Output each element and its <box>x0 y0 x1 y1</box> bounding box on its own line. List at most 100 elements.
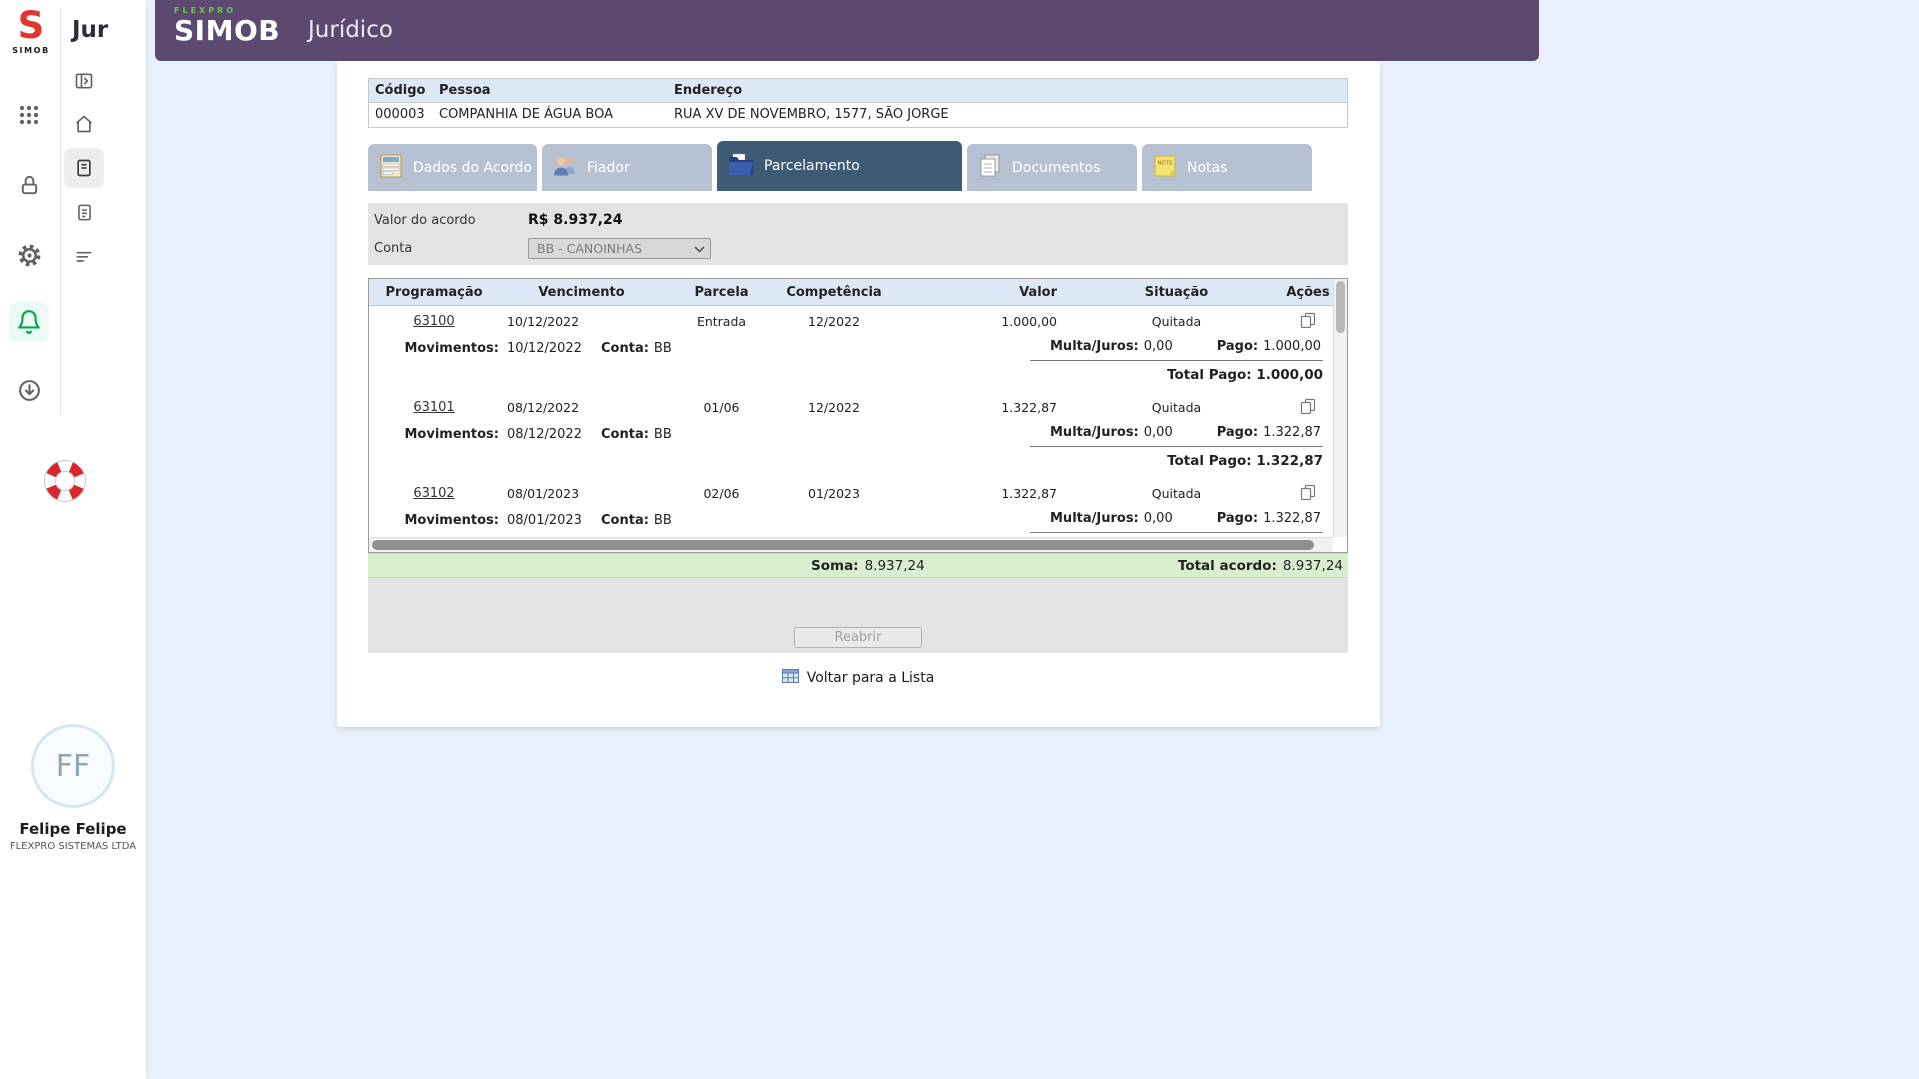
user-company: FLEXPRO SISTEMAS LTDA <box>0 841 146 852</box>
situacao-cell: Quitada <box>1069 400 1284 415</box>
download-icon[interactable] <box>9 370 49 410</box>
movimento-data: 08/12/2022 <box>499 427 601 442</box>
lifesaver-help-icon[interactable] <box>43 459 87 503</box>
bell-icon[interactable] <box>9 302 49 342</box>
valor-acordo-value: R$ 8.937,24 <box>528 212 622 228</box>
tab-label: Fiador <box>587 160 630 176</box>
sidebar: S SIMOB Jur <box>0 0 146 1079</box>
tab-parcelamento[interactable]: Parcelamento <box>717 141 962 191</box>
brand-simob: SIMOB <box>174 17 280 45</box>
competencia-cell: 12/2022 <box>779 400 889 415</box>
tab-fiador[interactable]: Fiador <box>542 144 712 191</box>
conta-label: Conta <box>374 241 412 256</box>
movimento-data: 08/01/2023 <box>499 513 601 528</box>
multa-juros-label: Multa/Juros: <box>1050 511 1139 526</box>
valor-cell: 1.322,87 <box>889 486 1069 501</box>
col-parcela: Parcela <box>664 285 779 300</box>
multa-juros-value: 0,00 <box>1144 511 1173 526</box>
horizontal-scrollbar-thumb[interactable] <box>372 540 1314 550</box>
client-codigo: 000003 <box>369 103 439 127</box>
conta-inline-label: Conta: <box>601 513 649 528</box>
report-icon[interactable] <box>64 192 104 232</box>
total-pago-value: 1.000,00 <box>1256 367 1323 383</box>
programacao-link[interactable]: 63100 <box>413 314 454 329</box>
conta-select[interactable]: BB - CANOINHAS <box>528 238 711 259</box>
apps-grid-icon[interactable] <box>9 95 49 135</box>
client-table-header: Código Pessoa Endereço <box>369 79 1347 103</box>
valor-cell: 1.322,87 <box>889 400 1069 415</box>
movimentos-row: Movimentos: 08/01/2023 Conta:BB Multa/Ju… <box>369 506 1333 534</box>
pago-value: 1.322,87 <box>1263 511 1321 526</box>
gear-icon[interactable] <box>9 235 49 275</box>
logo-s-glyph: S <box>8 6 54 46</box>
lock-icon[interactable] <box>9 165 49 205</box>
journal-icon[interactable] <box>64 148 104 188</box>
tab-documentos[interactable]: Documentos <box>967 144 1137 191</box>
programacao-link[interactable]: 63102 <box>413 486 454 501</box>
movimentos-label: Movimentos: <box>369 341 499 356</box>
programacao-link[interactable]: 63101 <box>413 400 454 415</box>
voltar-link[interactable]: Voltar para a Lista <box>368 667 1348 689</box>
col-vencimento: Vencimento <box>499 285 664 300</box>
movimento-data: 10/12/2022 <box>499 341 601 356</box>
chevron-down-icon <box>694 241 705 256</box>
multa-juros-value: 0,00 <box>1144 425 1173 440</box>
multa-juros-label: Multa/Juros: <box>1050 425 1139 440</box>
copy-icon[interactable] <box>1300 488 1316 503</box>
tab-dados-do-acordo[interactable]: Dados do Acordo <box>368 144 537 191</box>
client-table: Código Pessoa Endereço 000003 COMPANHIA … <box>368 78 1348 128</box>
vencimento-cell: 08/01/2023 <box>499 486 664 501</box>
competencia-cell: 12/2022 <box>779 314 889 329</box>
situacao-cell: Quitada <box>1069 314 1284 329</box>
panel-toggle-icon[interactable] <box>64 61 104 101</box>
conta-inline-value: BB <box>654 341 672 356</box>
movimentos-row: Movimentos: 10/12/2022 Conta:BB Multa/Ju… <box>369 334 1333 362</box>
acordo-panel: Valor do acordo R$ 8.937,24 Conta BB - C… <box>368 203 1348 265</box>
situacao-cell: Quitada <box>1069 486 1284 501</box>
copy-icon[interactable] <box>1300 402 1316 417</box>
multa-juros-label: Multa/Juros: <box>1050 339 1139 354</box>
client-endereco: RUA XV DE NOVEMBRO, 1577, SÃO JORGE <box>674 103 1347 127</box>
horizontal-scrollbar[interactable] <box>369 537 1333 552</box>
menu-lines-icon[interactable] <box>64 236 104 276</box>
user-block: FF Felipe Felipe FLEXPRO SISTEMAS LTDA <box>0 724 146 852</box>
col-header-pessoa: Pessoa <box>439 79 674 102</box>
tab-notas[interactable]: NOTE Notas <box>1142 144 1312 191</box>
total-pago-row: Total Pago: 1.000,00 <box>369 362 1333 388</box>
total-acordo-label: Total acordo: <box>1178 558 1277 574</box>
col-valor: Valor <box>889 285 1069 300</box>
tab-label: Dados do Acordo <box>413 160 532 176</box>
logo-word: SIMOB <box>8 46 54 55</box>
avatar-initials: FF <box>56 749 91 784</box>
avatar[interactable]: FF <box>31 724 115 808</box>
content-card: Código Pessoa Endereço 000003 COMPANHIA … <box>337 61 1380 727</box>
total-pago-row: Total Pago: 1.322,87 <box>369 448 1333 474</box>
app-header: FLEXPRO SIMOB Jurídico <box>155 0 1539 61</box>
valor-cell: 1.000,00 <box>889 314 1069 329</box>
sticky-note-icon: NOTE <box>1152 153 1178 183</box>
movimento-valores: Multa/Juros: 0,00 Pago: 1.322,87 <box>1030 421 1323 447</box>
reabrir-button[interactable]: Reabrir <box>794 627 922 648</box>
vertical-scrollbar-thumb[interactable] <box>1336 281 1345 333</box>
documents-icon <box>977 153 1003 183</box>
total-pago-value: 1.322,87 <box>1256 453 1323 469</box>
movimentos-label: Movimentos: <box>369 427 499 442</box>
header-brand-logo: FLEXPRO SIMOB <box>174 7 280 45</box>
tab-label: Notas <box>1187 160 1227 176</box>
pago-label: Pago: <box>1217 511 1258 526</box>
pago-value: 1.322,87 <box>1263 425 1321 440</box>
simob-logo: S SIMOB <box>8 6 54 55</box>
pago-label: Pago: <box>1217 425 1258 440</box>
installment-block: 63101 08/12/2022 01/06 12/2022 1.322,87 … <box>369 394 1333 474</box>
client-row: 000003 COMPANHIA DE ÁGUA BOA RUA XV DE N… <box>369 103 1347 127</box>
tab-bar: Dados do Acordo Fiador Parcelamento Docu… <box>368 141 1348 191</box>
home-icon[interactable] <box>64 104 104 144</box>
conta-inline-value: BB <box>654 513 672 528</box>
movimento-valores: Multa/Juros: 0,00 Pago: 1.322,87 <box>1030 507 1323 533</box>
copy-icon[interactable] <box>1300 316 1316 331</box>
total-pago-label: Total Pago: <box>1167 367 1252 383</box>
installments-table: Programação Vencimento Parcela Competênc… <box>368 278 1348 553</box>
col-competencia: Competência <box>779 285 889 300</box>
vertical-scrollbar[interactable] <box>1333 279 1347 537</box>
table-row: 63100 10/12/2022 Entrada 12/2022 1.000,0… <box>369 308 1333 334</box>
